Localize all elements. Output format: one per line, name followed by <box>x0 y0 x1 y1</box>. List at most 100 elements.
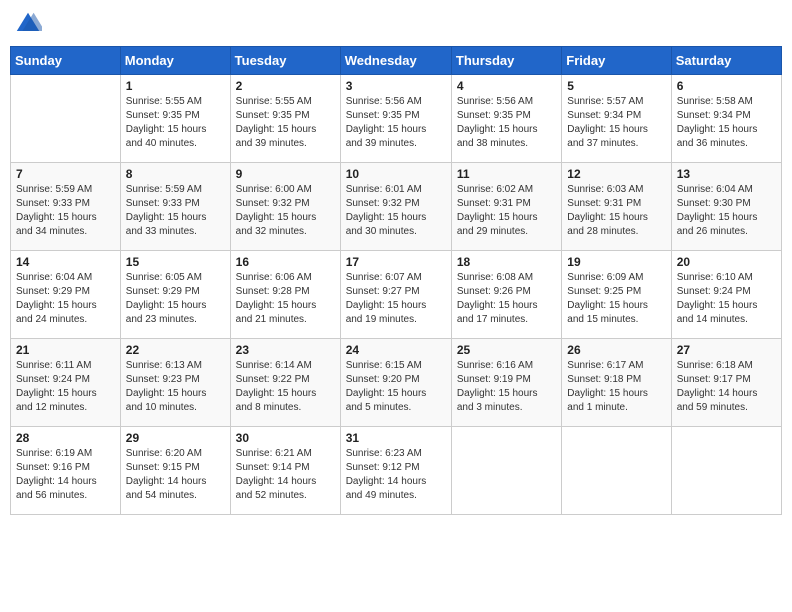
calendar-day-header: Thursday <box>451 47 561 75</box>
day-number: 28 <box>16 431 115 445</box>
calendar-cell: 29 Sunrise: 6:20 AM Sunset: 9:15 PM Dayli… <box>120 427 230 515</box>
day-number: 27 <box>677 343 776 357</box>
calendar-cell: 6 Sunrise: 5:58 AM Sunset: 9:34 PM Daylig… <box>671 75 781 163</box>
calendar-cell: 7 Sunrise: 5:59 AM Sunset: 9:33 PM Daylig… <box>11 163 121 251</box>
day-number: 12 <box>567 167 665 181</box>
day-info: Sunrise: 6:21 AM Sunset: 9:14 PM Dayligh… <box>236 447 335 503</box>
day-number: 26 <box>567 343 665 357</box>
calendar-table: SundayMondayTuesdayWednesdayThursdayFrid… <box>10 46 782 515</box>
day-number: 31 <box>346 431 446 445</box>
calendar-header-row: SundayMondayTuesdayWednesdayThursdayFrid… <box>11 47 782 75</box>
day-number: 10 <box>346 167 446 181</box>
calendar-cell <box>11 75 121 163</box>
day-info: Sunrise: 6:11 AM Sunset: 9:24 PM Dayligh… <box>16 359 115 415</box>
day-number: 3 <box>346 79 446 93</box>
day-info: Sunrise: 6:03 AM Sunset: 9:31 PM Dayligh… <box>567 183 665 239</box>
day-info: Sunrise: 6:15 AM Sunset: 9:20 PM Dayligh… <box>346 359 446 415</box>
calendar-day-header: Monday <box>120 47 230 75</box>
calendar-cell: 12 Sunrise: 6:03 AM Sunset: 9:31 PM Dayli… <box>562 163 671 251</box>
day-info: Sunrise: 6:19 AM Sunset: 9:16 PM Dayligh… <box>16 447 115 503</box>
day-number: 30 <box>236 431 335 445</box>
calendar-cell: 20 Sunrise: 6:10 AM Sunset: 9:24 PM Dayli… <box>671 251 781 339</box>
day-info: Sunrise: 6:05 AM Sunset: 9:29 PM Dayligh… <box>126 271 225 327</box>
day-info: Sunrise: 6:06 AM Sunset: 9:28 PM Dayligh… <box>236 271 335 327</box>
day-info: Sunrise: 6:00 AM Sunset: 9:32 PM Dayligh… <box>236 183 335 239</box>
day-info: Sunrise: 6:13 AM Sunset: 9:23 PM Dayligh… <box>126 359 225 415</box>
day-info: Sunrise: 6:07 AM Sunset: 9:27 PM Dayligh… <box>346 271 446 327</box>
day-number: 11 <box>457 167 556 181</box>
calendar-cell: 18Sunrise: 6:08 AM Sunset: 9:26 PM Dayli… <box>451 251 561 339</box>
day-number: 1 <box>126 79 225 93</box>
calendar-week-row: 28 Sunrise: 6:19 AM Sunset: 9:16 PM Dayli… <box>11 427 782 515</box>
calendar-cell: 13 Sunrise: 6:04 AM Sunset: 9:30 PM Dayli… <box>671 163 781 251</box>
day-number: 24 <box>346 343 446 357</box>
calendar-cell: 10 Sunrise: 6:01 AM Sunset: 9:32 PM Dayli… <box>340 163 451 251</box>
day-number: 20 <box>677 255 776 269</box>
calendar-cell <box>671 427 781 515</box>
day-info: Sunrise: 6:17 AM Sunset: 9:18 PM Dayligh… <box>567 359 665 415</box>
calendar-day-header: Sunday <box>11 47 121 75</box>
day-info: Sunrise: 5:57 AM Sunset: 9:34 PM Dayligh… <box>567 95 665 151</box>
calendar-cell: 22 Sunrise: 6:13 AM Sunset: 9:23 PM Dayli… <box>120 339 230 427</box>
day-info: Sunrise: 5:55 AM Sunset: 9:35 PM Dayligh… <box>236 95 335 151</box>
logo-icon <box>14 10 42 38</box>
day-number: 6 <box>677 79 776 93</box>
day-number: 7 <box>16 167 115 181</box>
day-number: 29 <box>126 431 225 445</box>
calendar-cell: 26 Sunrise: 6:17 AM Sunset: 9:18 PM Dayli… <box>562 339 671 427</box>
calendar-cell: 30 Sunrise: 6:21 AM Sunset: 9:14 PM Dayli… <box>230 427 340 515</box>
day-number: 22 <box>126 343 225 357</box>
calendar-cell: 27Sunrise: 6:18 AM Sunset: 9:17 PM Dayli… <box>671 339 781 427</box>
day-info: Sunrise: 6:23 AM Sunset: 9:12 PM Dayligh… <box>346 447 446 503</box>
day-number: 23 <box>236 343 335 357</box>
day-info: Sunrise: 6:10 AM Sunset: 9:24 PM Dayligh… <box>677 271 776 327</box>
day-info: Sunrise: 6:04 AM Sunset: 9:29 PM Dayligh… <box>16 271 115 327</box>
day-info: Sunrise: 5:58 AM Sunset: 9:34 PM Dayligh… <box>677 95 776 151</box>
calendar-cell: 5Sunrise: 5:57 AM Sunset: 9:34 PM Daylig… <box>562 75 671 163</box>
calendar-day-header: Wednesday <box>340 47 451 75</box>
day-number: 8 <box>126 167 225 181</box>
calendar-day-header: Friday <box>562 47 671 75</box>
day-info: Sunrise: 5:59 AM Sunset: 9:33 PM Dayligh… <box>16 183 115 239</box>
day-info: Sunrise: 5:59 AM Sunset: 9:33 PM Dayligh… <box>126 183 225 239</box>
day-number: 17 <box>346 255 446 269</box>
day-number: 19 <box>567 255 665 269</box>
day-info: Sunrise: 6:20 AM Sunset: 9:15 PM Dayligh… <box>126 447 225 503</box>
calendar-cell: 19Sunrise: 6:09 AM Sunset: 9:25 PM Dayli… <box>562 251 671 339</box>
calendar-cell: 14Sunrise: 6:04 AM Sunset: 9:29 PM Dayli… <box>11 251 121 339</box>
calendar-cell: 11 Sunrise: 6:02 AM Sunset: 9:31 PM Dayli… <box>451 163 561 251</box>
day-info: Sunrise: 6:01 AM Sunset: 9:32 PM Dayligh… <box>346 183 446 239</box>
day-info: Sunrise: 6:14 AM Sunset: 9:22 PM Dayligh… <box>236 359 335 415</box>
day-info: Sunrise: 6:04 AM Sunset: 9:30 PM Dayligh… <box>677 183 776 239</box>
day-info: Sunrise: 5:56 AM Sunset: 9:35 PM Dayligh… <box>457 95 556 151</box>
calendar-cell: 28 Sunrise: 6:19 AM Sunset: 9:16 PM Dayli… <box>11 427 121 515</box>
calendar-cell: 25 Sunrise: 6:16 AM Sunset: 9:19 PM Dayli… <box>451 339 561 427</box>
calendar-week-row: 7 Sunrise: 5:59 AM Sunset: 9:33 PM Daylig… <box>11 163 782 251</box>
calendar-week-row: 21 Sunrise: 6:11 AM Sunset: 9:24 PM Dayli… <box>11 339 782 427</box>
page-header <box>10 10 782 38</box>
day-number: 21 <box>16 343 115 357</box>
day-number: 16 <box>236 255 335 269</box>
logo <box>14 10 46 38</box>
calendar-cell: 15 Sunrise: 6:05 AM Sunset: 9:29 PM Dayli… <box>120 251 230 339</box>
day-number: 25 <box>457 343 556 357</box>
calendar-cell: 1Sunrise: 5:55 AM Sunset: 9:35 PM Daylig… <box>120 75 230 163</box>
day-info: Sunrise: 5:56 AM Sunset: 9:35 PM Dayligh… <box>346 95 446 151</box>
calendar-day-header: Tuesday <box>230 47 340 75</box>
day-number: 4 <box>457 79 556 93</box>
calendar-cell: 24 Sunrise: 6:15 AM Sunset: 9:20 PM Dayli… <box>340 339 451 427</box>
day-number: 13 <box>677 167 776 181</box>
calendar-week-row: 1 Sunrise: 5:55 AM Sunset: 9:35 PM Daylig… <box>11 75 782 163</box>
day-number: 2 <box>236 79 335 93</box>
day-number: 15 <box>126 255 225 269</box>
calendar-cell: 3 Sunrise: 5:56 AM Sunset: 9:35 PM Daylig… <box>340 75 451 163</box>
calendar-cell: 9 Sunrise: 6:00 AM Sunset: 9:32 PM Daylig… <box>230 163 340 251</box>
day-info: Sunrise: 6:08 AM Sunset: 9:26 PM Dayligh… <box>457 271 556 327</box>
calendar-cell: 23 Sunrise: 6:14 AM Sunset: 9:22 PM Dayli… <box>230 339 340 427</box>
day-info: Sunrise: 6:16 AM Sunset: 9:19 PM Dayligh… <box>457 359 556 415</box>
calendar-week-row: 14Sunrise: 6:04 AM Sunset: 9:29 PM Dayli… <box>11 251 782 339</box>
calendar-cell: 17 Sunrise: 6:07 AM Sunset: 9:27 PM Dayli… <box>340 251 451 339</box>
calendar-cell: 16 Sunrise: 6:06 AM Sunset: 9:28 PM Dayli… <box>230 251 340 339</box>
day-number: 9 <box>236 167 335 181</box>
day-info: Sunrise: 6:02 AM Sunset: 9:31 PM Dayligh… <box>457 183 556 239</box>
